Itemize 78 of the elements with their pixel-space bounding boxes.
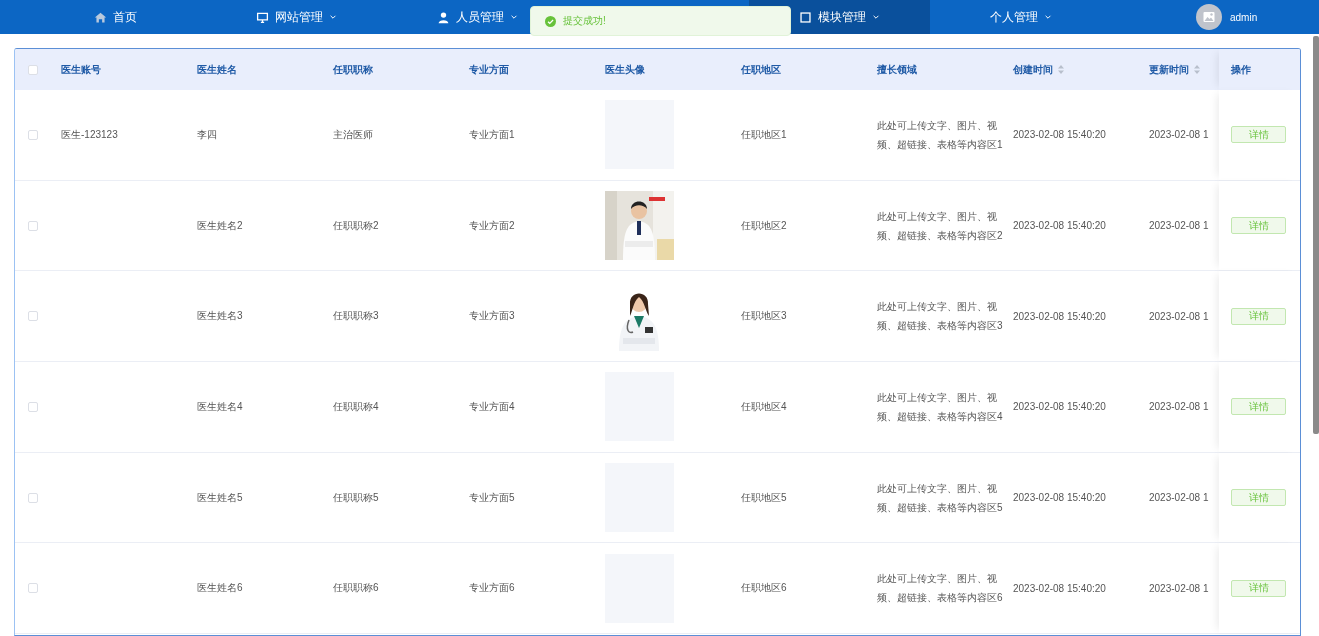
square-icon: [799, 10, 812, 24]
table-cell: 2023-02-08 1: [1149, 582, 1209, 594]
table-cell: 李四: [197, 128, 217, 140]
column-header: 操作: [1231, 62, 1251, 77]
nav-item[interactable]: 首页: [25, 0, 206, 34]
table-cell: 主治医师: [333, 128, 373, 140]
table-cell: 专业方面3: [469, 310, 515, 322]
home-icon: [94, 10, 107, 24]
table-cell: 专业方面1: [469, 128, 515, 140]
nav-item[interactable]: 个人管理: [930, 0, 1111, 34]
table-cell: 2023-02-08 1: [1149, 401, 1209, 413]
table-cell: 任职地区2: [741, 219, 787, 231]
avatar-icon[interactable]: [1196, 4, 1222, 30]
table-cell-text: 此处可上传文字、图片、视频、超链接、表格等内容区4: [876, 390, 1003, 424]
table-cell: 任职职称6: [333, 582, 379, 594]
table-cell: 专业方面2: [469, 219, 515, 231]
nav-item[interactable]: 网站管理: [206, 0, 387, 34]
column-header: 任职职称: [333, 62, 373, 77]
table-cell: 专业方面4: [469, 400, 515, 412]
toast-message: 提交成功!: [563, 14, 606, 28]
table-cell: 任职职称4: [333, 400, 379, 412]
table-cell: 任职职称3: [333, 310, 379, 322]
sort-icon[interactable]: [1058, 65, 1064, 74]
table-cell-text: 此处可上传文字、图片、视频、超链接、表格等内容区6: [876, 572, 1003, 606]
column-header[interactable]: 更新时间: [1149, 62, 1200, 77]
table-cell: 医生姓名5: [197, 491, 243, 503]
table-cell-text: 此处可上传文字、图片、视频、超链接、表格等内容区3: [876, 300, 1003, 334]
table-cell: 医生-123123: [61, 128, 118, 140]
table-cell: 专业方面6: [469, 582, 515, 594]
table-cell: 任职职称2: [333, 219, 379, 231]
table-cell: 任职地区1: [741, 128, 787, 140]
scrollbar[interactable]: [1313, 36, 1319, 434]
table-cell: 2023-02-08 1: [1149, 220, 1209, 232]
chevron-down-icon: [329, 13, 337, 21]
table-cell: 任职地区4: [741, 400, 787, 412]
user-name[interactable]: admin: [1230, 11, 1258, 23]
table-cell: 2023-02-08 15:40:20: [1013, 129, 1106, 141]
row-checkbox[interactable]: [28, 311, 38, 322]
table-cell: 2023-02-08 15:40:20: [1013, 582, 1106, 594]
chevron-down-icon: [872, 13, 880, 21]
column-header: 医生头像: [605, 62, 645, 77]
row-checkbox[interactable]: [28, 583, 38, 594]
table-cell: 任职职称5: [333, 491, 379, 503]
table-cell-text: 此处可上传文字、图片、视频、超链接、表格等内容区5: [876, 481, 1003, 515]
table-cell-text: 此处可上传文字、图片、视频、超链接、表格等内容区1: [876, 118, 1003, 152]
table-cell: 2023-02-08 1: [1149, 492, 1209, 504]
table-cell: 专业方面5: [469, 491, 515, 503]
user-icon: [437, 10, 450, 24]
row-checkbox[interactable]: [28, 220, 38, 231]
table-cell: 医生姓名6: [197, 582, 243, 594]
table-cell: 任职地区6: [741, 582, 787, 594]
monitor-icon: [256, 10, 269, 24]
column-header: 医生姓名: [197, 62, 237, 77]
column-header: 任职地区: [741, 62, 781, 77]
success-icon: [545, 15, 556, 27]
table-cell: 任职地区5: [741, 491, 787, 503]
sort-icon[interactable]: [1194, 65, 1200, 74]
table-cell: 2023-02-08 1: [1149, 129, 1209, 141]
table-cell: 2023-02-08 15:40:20: [1013, 492, 1106, 504]
row-checkbox[interactable]: [28, 129, 38, 140]
row-checkbox[interactable]: [28, 401, 38, 412]
table-cell: 任职地区3: [741, 310, 787, 322]
table-cell: 医生姓名2: [197, 219, 243, 231]
table-cell: 医生姓名4: [197, 400, 243, 412]
table-cell: 2023-02-08 15:40:20: [1013, 310, 1106, 322]
column-header: 擅长领域: [877, 62, 917, 77]
chevron-down-icon: [1043, 13, 1052, 21]
column-header[interactable]: 创建时间: [1013, 62, 1064, 77]
column-header: 专业方面: [469, 62, 509, 77]
table-cell-text: 此处可上传文字、图片、视频、超链接、表格等内容区2: [876, 209, 1003, 243]
row-checkbox[interactable]: [28, 492, 38, 503]
table-cell: 2023-02-08 15:40:20: [1013, 220, 1106, 232]
chevron-down-icon: [510, 13, 518, 21]
select-all-checkbox[interactable]: [28, 64, 38, 75]
column-header: 医生账号: [61, 62, 101, 77]
table-cell: 2023-02-08 15:40:20: [1013, 401, 1106, 413]
table-cell: 医生姓名3: [197, 310, 243, 322]
table-cell: 2023-02-08 1: [1149, 310, 1209, 322]
